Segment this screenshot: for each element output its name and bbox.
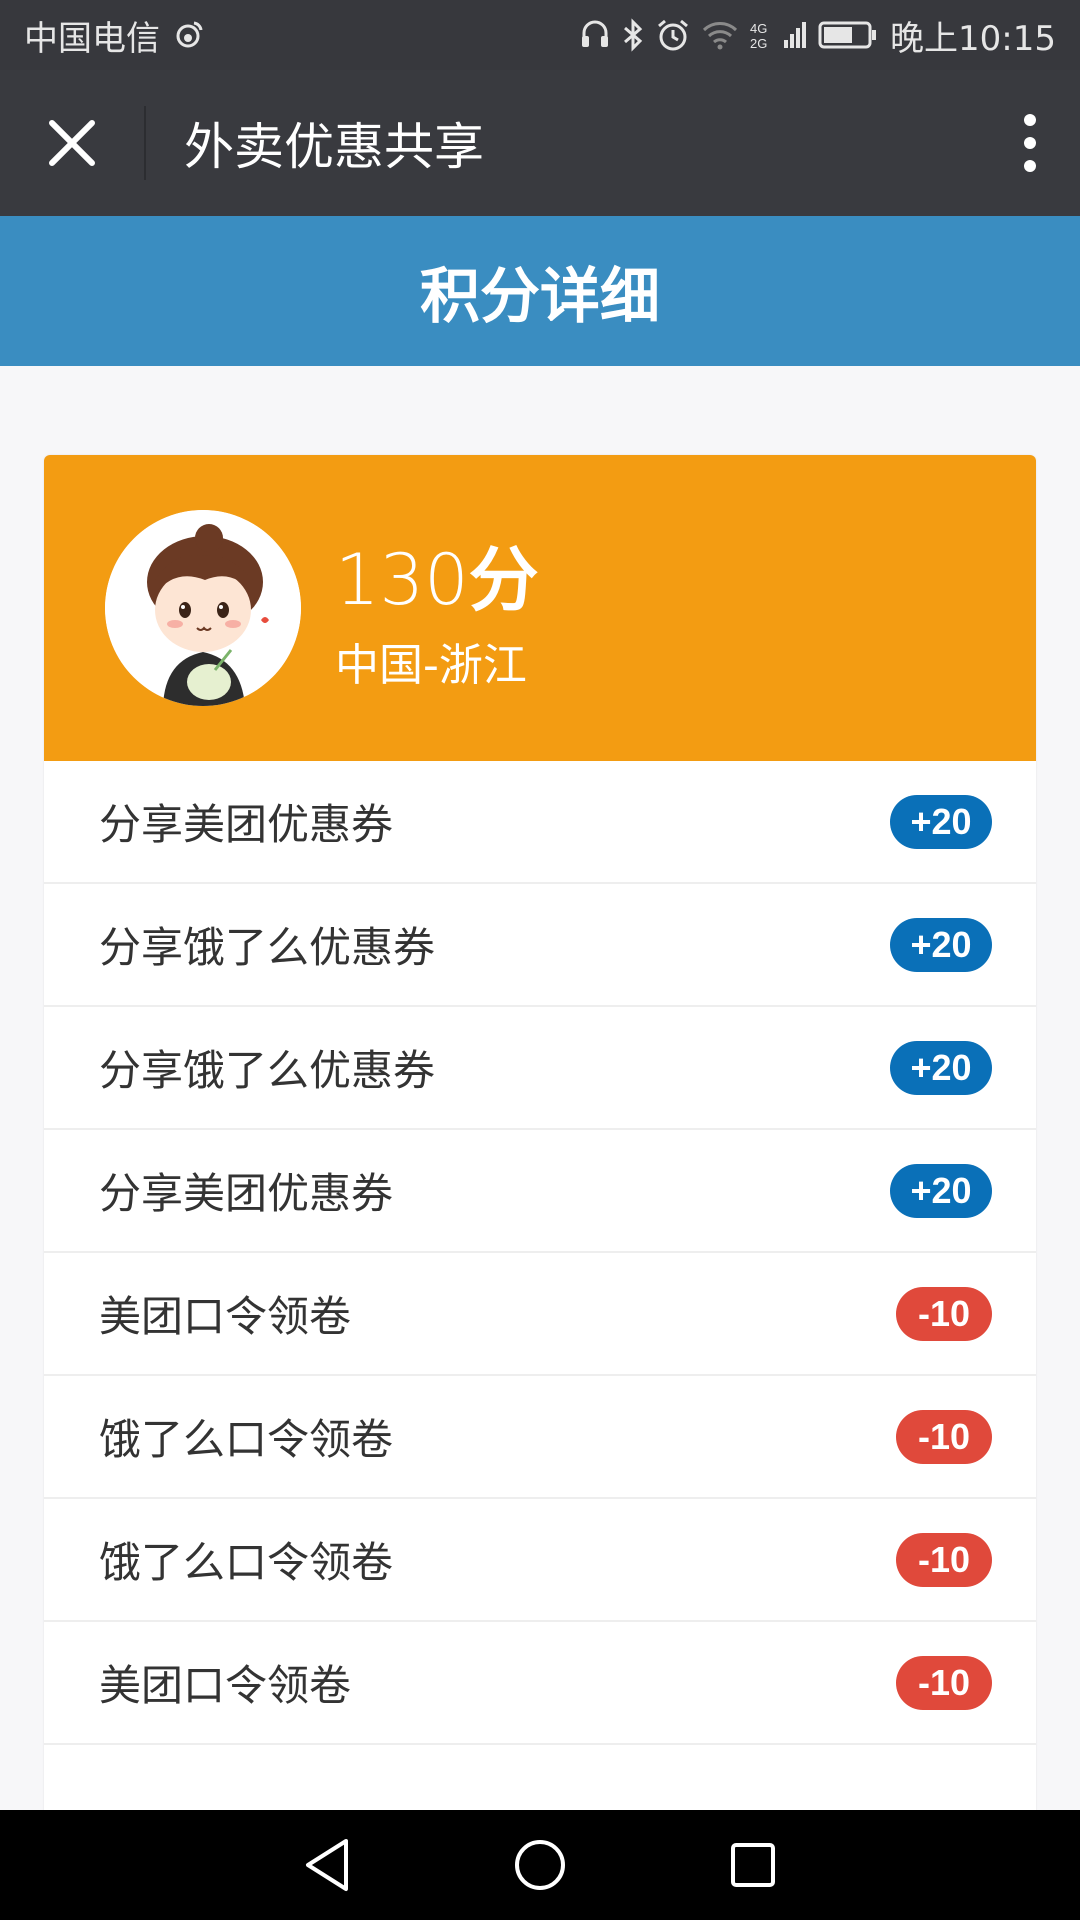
record-label: 饿了么口令领卷 [99,1538,394,1587]
record-label: 分享饿了么优惠券 [99,1046,436,1095]
wifi-icon [702,15,738,55]
battery-icon [818,15,878,55]
alarm-icon [656,15,690,55]
recents-button[interactable] [713,1825,793,1905]
status-bar-left: 中国电信 [24,11,204,60]
window-title: 外卖优惠共享 [184,118,484,176]
points-badge: -10 [896,1409,992,1464]
points-badge: -10 [896,1655,992,1710]
signal-icon: 4G 2G [750,15,807,55]
record-label: 美团口令领卷 [99,1661,352,1710]
record-item[interactable]: 饿了么口令领卷 -10 [44,1376,1036,1499]
close-button[interactable] [0,70,144,216]
more-button[interactable] [980,70,1080,216]
recents-square-icon [731,1843,776,1887]
page-title-bar: 积分详细 [0,216,1080,366]
location-label: 中国-浙江 [335,639,527,691]
avatar-cartoon-icon [105,510,301,706]
system-nav-bar [0,1810,1080,1920]
score-unit: 分 [468,538,539,621]
record-label: 分享美团优惠券 [99,800,394,849]
clock-label: 晚上10:15 [890,18,1056,59]
record-item[interactable]: 分享饿了么优惠券 +20 [44,884,1036,1007]
record-item[interactable]: 饿了么口令领卷 -10 [44,1499,1036,1622]
points-badge: +20 [890,794,992,849]
record-label: 分享美团优惠券 [99,1169,394,1218]
avatar[interactable] [105,510,301,706]
carrier-label: 中国电信 [24,18,160,59]
points-badge: +20 [890,917,992,972]
title-bar: 外卖优惠共享 [0,70,1080,216]
score-value: 130 [335,538,469,621]
title-divider [144,106,146,180]
profile-info: 130 分 中国-浙江 [335,524,539,693]
back-button[interactable] [287,1825,367,1905]
score-line: 130 分 [335,524,539,625]
points-badge: -10 [896,1532,992,1587]
points-badge: +20 [890,1163,992,1218]
record-label: 饿了么口令领卷 [99,1415,394,1464]
record-item[interactable]: 分享美团优惠券 +20 [44,761,1036,884]
record-item[interactable]: 分享美团优惠券 +20 [44,1130,1036,1253]
points-badge: +20 [890,1040,992,1095]
points-card: 130 分 中国-浙江 分享美团优惠券 +20 分享饿了么优惠券 +20 分享饿了么优惠… [44,455,1036,1920]
record-label: 分享饿了么优惠券 [99,923,436,972]
status-bar: 中国电信 4G 2G 晚上10:15 [0,0,1080,70]
weibo-icon [172,15,204,55]
record-item[interactable]: 分享饿了么优惠券 +20 [44,1007,1036,1130]
more-vertical-icon [1024,114,1036,172]
bluetooth-icon [622,15,644,55]
home-circle-icon [514,1840,565,1890]
record-label: 美团口令领卷 [99,1292,352,1341]
headset-icon [580,15,610,55]
points-record-list: 分享美团优惠券 +20 分享饿了么优惠券 +20 分享饿了么优惠券 +20 分享美团优惠券 +… [44,761,1036,1745]
points-badge: -10 [896,1286,992,1341]
profile-section: 130 分 中国-浙江 [44,455,1036,761]
svg-text:2G: 2G [750,36,767,51]
record-item[interactable]: 美团口令领卷 -10 [44,1253,1036,1376]
page-title: 积分详细 [420,261,660,332]
close-icon [49,120,95,166]
record-item[interactable]: 美团口令领卷 -10 [44,1622,1036,1745]
status-bar-right: 4G 2G 晚上10:15 [580,11,1056,60]
network-type-label: 4G [750,21,767,36]
home-button[interactable] [500,1825,580,1905]
back-triangle-icon [305,1839,348,1891]
